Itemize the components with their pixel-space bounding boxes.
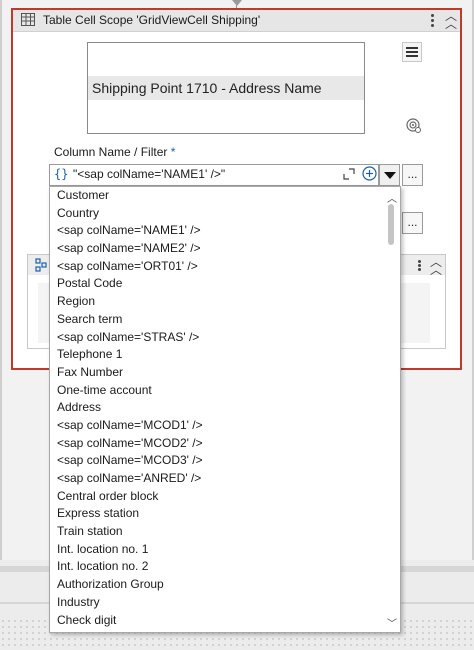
- dropdown-options: Customer Country <sap colName='NAME1' /> <s…: [50, 187, 383, 629]
- dropdown-option[interactable]: <sap colName='MCOD2' />: [50, 435, 383, 453]
- more-vertical-icon[interactable]: [413, 259, 425, 273]
- expression-braces-icon[interactable]: {}: [54, 167, 68, 181]
- column-name-label-text: Column Name / Filter: [54, 145, 168, 159]
- plus-circle-icon[interactable]: [362, 166, 377, 181]
- chevron-double-up-icon[interactable]: ︿ ︿: [429, 256, 443, 276]
- dropdown-option[interactable]: <sap colName='STRAS' />: [50, 329, 383, 347]
- dropdown-option[interactable]: Int. location no. 1: [50, 541, 383, 559]
- column-name-label: Column Name / Filter *: [54, 145, 175, 159]
- dropdown-option[interactable]: Int. location no. 2: [50, 558, 383, 576]
- dropdown-option[interactable]: <sap colName='ANRED' />: [50, 470, 383, 488]
- dropdown-option[interactable]: <sap colName='NAME2' />: [50, 240, 383, 258]
- flow-connector-arrow: [232, 0, 242, 6]
- dropdown-option[interactable]: Search term: [50, 311, 383, 329]
- dropdown-option[interactable]: <sap colName='NAME1' />: [50, 222, 383, 240]
- table-icon: [21, 13, 35, 26]
- chevron-up-icon[interactable]: ︿: [387, 190, 397, 205]
- column-name-ellipsis-button[interactable]: ...: [402, 164, 423, 186]
- chevron-down-icon[interactable]: ﹀: [387, 615, 397, 630]
- dropdown-option[interactable]: Authorization Group: [50, 576, 383, 594]
- second-field-ellipsis-button[interactable]: ...: [402, 212, 423, 234]
- dropdown-option[interactable]: Region: [50, 293, 383, 311]
- caret-down-icon[interactable]: [379, 164, 400, 186]
- more-vertical-icon[interactable]: [426, 12, 438, 30]
- sequence-icon: [35, 258, 47, 272]
- dropdown-option[interactable]: Check digit: [50, 612, 383, 630]
- target-icon[interactable]: [405, 117, 421, 133]
- dropdown-option[interactable]: <sap colName='MCOD1' />: [50, 417, 383, 435]
- scrollbar-thumb[interactable]: [388, 204, 394, 245]
- dropdown-option[interactable]: <sap colName='MCOD3' />: [50, 452, 383, 470]
- required-marker: *: [170, 145, 176, 159]
- dropdown-option[interactable]: One-time account: [50, 382, 383, 400]
- preview-selected-text: Shipping Point 1710 - Address Name: [92, 80, 322, 96]
- dropdown-option[interactable]: Express station: [50, 505, 383, 523]
- dropdown-option[interactable]: Industry: [50, 594, 383, 612]
- activity-title: Table Cell Scope 'GridViewCell Shipping': [43, 13, 261, 27]
- column-name-dropdown[interactable]: Customer Country <sap colName='NAME1' /> <s…: [49, 186, 401, 633]
- dropdown-option[interactable]: <sap colName='ORT01' />: [50, 258, 383, 276]
- dropdown-option[interactable]: Central order block: [50, 488, 383, 506]
- dropdown-option[interactable]: Address: [50, 399, 383, 417]
- dropdown-option[interactable]: Fax Number: [50, 364, 383, 382]
- chevron-double-up-icon[interactable]: ︿ ︿: [444, 10, 458, 30]
- expand-icon[interactable]: [343, 168, 355, 180]
- dropdown-option[interactable]: Country: [50, 205, 383, 223]
- canvas-left-rail: [0, 0, 2, 650]
- dropdown-option[interactable]: Telephone 1: [50, 346, 383, 364]
- column-name-value[interactable]: "<sap colName='NAME1' />": [73, 167, 225, 181]
- hamburger-icon[interactable]: [402, 42, 422, 62]
- dropdown-option[interactable]: Customer: [50, 187, 383, 205]
- dropdown-option[interactable]: Train station: [50, 523, 383, 541]
- dropdown-option[interactable]: Postal Code: [50, 275, 383, 293]
- dropdown-scrollbar[interactable]: ︿ ﹀: [383, 187, 400, 632]
